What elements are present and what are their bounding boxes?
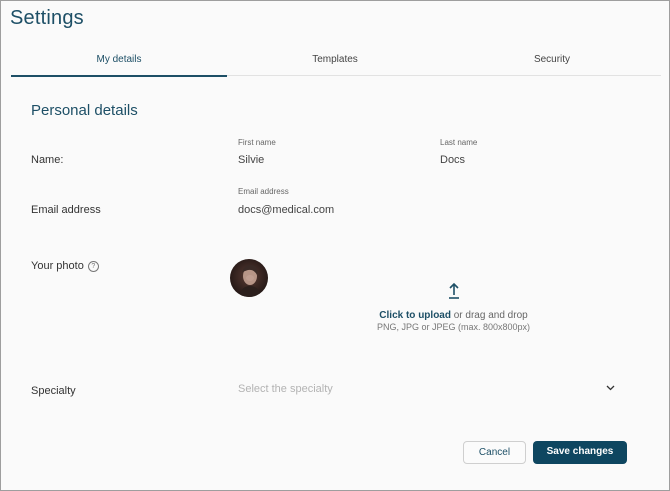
photo-label-text: Your photo bbox=[31, 260, 84, 272]
first-name-label: First name bbox=[238, 138, 276, 147]
specialty-row-label: Specialty bbox=[31, 385, 76, 397]
upload-arrow-icon[interactable] bbox=[446, 282, 462, 300]
settings-window: Settings My details Templates Security P… bbox=[0, 0, 670, 491]
tab-templates[interactable]: Templates bbox=[227, 49, 443, 75]
first-name-field[interactable]: Silvie bbox=[238, 154, 264, 166]
email-field[interactable]: docs@medical.com bbox=[238, 204, 334, 216]
email-field-label: Email address bbox=[238, 187, 289, 196]
photo-row-label: Your photo? bbox=[31, 260, 99, 272]
save-changes-button[interactable]: Save changes bbox=[533, 441, 627, 464]
upload-drag-text: or drag and drop bbox=[450, 310, 528, 321]
question-circle-icon[interactable]: ? bbox=[87, 261, 99, 272]
chevron-down-icon[interactable] bbox=[606, 385, 615, 391]
specialty-select[interactable]: Select the specialty bbox=[238, 383, 620, 399]
upload-instructions: Click to upload or drag and drop bbox=[331, 310, 576, 321]
settings-tabs: My details Templates Security bbox=[11, 49, 661, 77]
email-row-label: Email address bbox=[31, 204, 101, 216]
tab-my-details[interactable]: My details bbox=[11, 49, 227, 77]
specialty-placeholder: Select the specialty bbox=[238, 383, 333, 395]
cancel-button[interactable]: Cancel bbox=[463, 441, 526, 464]
last-name-field[interactable]: Docs bbox=[440, 154, 465, 166]
page-title: Settings bbox=[10, 7, 84, 29]
last-name-label: Last name bbox=[440, 138, 478, 147]
upload-hint: PNG, JPG or JPEG (max. 800x800px) bbox=[376, 322, 531, 332]
tab-security[interactable]: Security bbox=[443, 49, 661, 75]
name-row-label: Name: bbox=[31, 154, 64, 166]
upload-dropzone[interactable]: Click to upload or drag and drop PNG, JP… bbox=[331, 282, 576, 332]
avatar bbox=[230, 259, 268, 297]
section-title: Personal details bbox=[31, 102, 138, 119]
click-to-upload-link[interactable]: Click to upload bbox=[379, 310, 451, 321]
